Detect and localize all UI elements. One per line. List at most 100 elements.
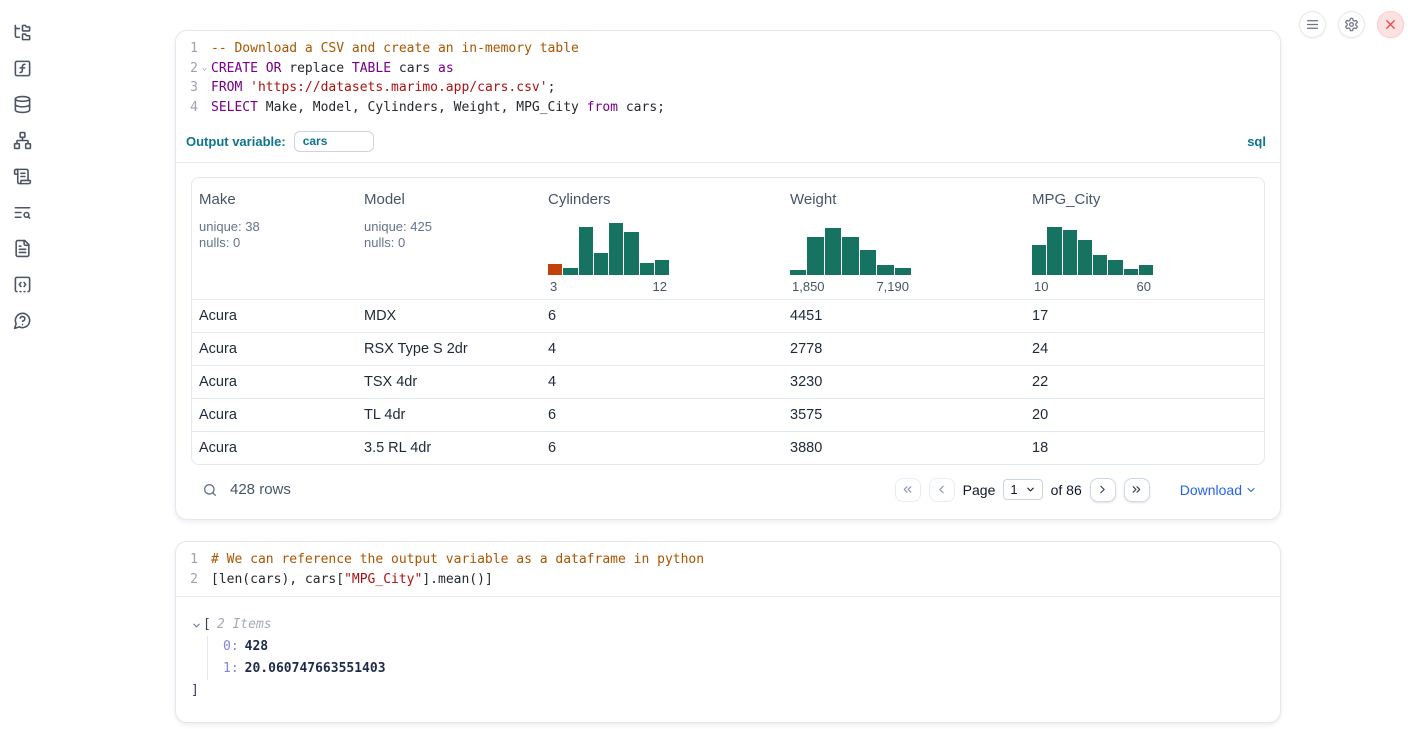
line-number: 1 <box>180 39 198 59</box>
cell-make: Acura <box>192 308 357 324</box>
column-header-make[interactable]: Make unique: 38 nulls: 0 <box>192 191 357 294</box>
fold-spacer <box>198 98 211 118</box>
search-icon <box>202 482 218 498</box>
cell-mpg-city: 24 <box>1025 341 1264 357</box>
table-row[interactable]: Acura 3.5 RL 4dr 6 3880 18 <box>192 431 1264 464</box>
entry-value: 428 <box>245 639 268 654</box>
chevrons-right-icon <box>1130 483 1143 496</box>
histogram-bar <box>790 270 806 275</box>
column-header-model[interactable]: Model unique: 425 nulls: 0 <box>357 191 541 294</box>
sql-code-editor[interactable]: 1 -- Download a CSV and create an in-memo… <box>176 31 1280 125</box>
page-select[interactable]: 1 <box>1003 479 1042 500</box>
histogram-bar <box>1078 240 1092 275</box>
cell-mpg-city: 20 <box>1025 407 1264 423</box>
hist-max-label: 7,190 <box>876 279 909 294</box>
histogram-bar <box>1032 245 1046 275</box>
language-badge[interactable]: sql <box>1247 134 1266 149</box>
close-button[interactable] <box>1377 11 1404 38</box>
histogram-bar <box>825 228 841 275</box>
histogram-bar <box>1063 230 1077 275</box>
sql-cell: 1 -- Download a CSV and create an in-memo… <box>175 30 1281 520</box>
histogram-bar <box>807 237 823 275</box>
line-number: 2 <box>180 570 198 590</box>
help-icon[interactable] <box>13 311 32 330</box>
items-count-label: 2 Items <box>217 614 272 636</box>
line-number: 2 <box>180 59 198 79</box>
fold-chevron-icon[interactable]: ⌄ <box>198 59 211 79</box>
settings-button[interactable] <box>1338 11 1365 38</box>
cell-mpg-city: 17 <box>1025 308 1264 324</box>
code-line[interactable]: 1# We can reference the output variable … <box>180 550 1268 570</box>
search-button[interactable] <box>199 479 221 501</box>
histogram-bar <box>1108 260 1122 275</box>
download-button[interactable]: Download <box>1180 482 1257 498</box>
chevron-down-icon <box>1025 484 1036 495</box>
previous-page-button[interactable] <box>929 478 955 502</box>
cell-mpg-city: 22 <box>1025 374 1264 390</box>
cell-model: RSX Type S 2dr <box>357 341 541 357</box>
cell-weight: 3880 <box>783 440 1025 456</box>
table-row[interactable]: Acura TSX 4dr 4 3230 22 <box>192 365 1264 398</box>
chevrons-left-icon <box>901 483 914 496</box>
code-text: -- Download a CSV and create an in-memor… <box>211 39 1268 59</box>
table-row[interactable]: Acura MDX 6 4451 17 <box>192 299 1264 332</box>
code-text: # We can reference the output variable a… <box>211 550 1268 570</box>
cell-model: MDX <box>357 308 541 324</box>
collapse-chevron-icon[interactable] <box>191 620 202 631</box>
cylinders-histogram <box>548 219 669 275</box>
histogram-bar <box>1124 269 1138 275</box>
page-label: Page <box>963 482 996 498</box>
table-row[interactable]: Acura RSX Type S 2dr 4 2778 24 <box>192 332 1264 365</box>
weight-histogram-labels: 1,850 7,190 <box>790 279 911 294</box>
python-code-editor[interactable]: 1# We can reference the output variable … <box>176 542 1280 597</box>
table-row[interactable]: Acura TL 4dr 6 3575 20 <box>192 398 1264 431</box>
open-bracket: [ <box>203 614 211 636</box>
function-icon[interactable] <box>13 59 32 78</box>
column-header-cylinders[interactable]: Cylinders 3 12 <box>541 191 783 294</box>
histogram-bar <box>1093 255 1107 275</box>
code-text: CREATE OR replace TABLE cars as <box>211 59 1268 79</box>
code-line[interactable]: 3FROM 'https://datasets.marimo.app/cars.… <box>180 78 1268 98</box>
file-tree-icon[interactable] <box>13 23 32 42</box>
fold-spacer <box>198 550 211 570</box>
hist-max-label: 12 <box>653 279 667 294</box>
cell-mpg-city: 18 <box>1025 440 1264 456</box>
histogram-bar <box>1139 265 1153 275</box>
scroll-icon[interactable] <box>13 167 32 186</box>
histogram-bar <box>624 232 638 275</box>
database-icon[interactable] <box>13 95 32 114</box>
mpg-city-histogram-labels: 10 60 <box>1032 279 1153 294</box>
first-page-button[interactable] <box>895 478 921 502</box>
pagination: Page 1 of 86 Download <box>895 478 1257 502</box>
code-line[interactable]: 2[len(cars), cars["MPG_City"].mean()] <box>180 570 1268 590</box>
cell-cylinders: 6 <box>541 407 783 423</box>
document-icon[interactable] <box>13 239 32 258</box>
mpg-city-histogram <box>1032 219 1153 275</box>
code-line[interactable]: 2⌄CREATE OR replace TABLE cars as <box>180 59 1268 79</box>
line-number: 4 <box>180 98 198 118</box>
weight-histogram <box>790 219 911 275</box>
menu-button[interactable] <box>1299 11 1326 38</box>
page-total-label: of 86 <box>1051 482 1082 498</box>
histogram-bar <box>895 268 911 275</box>
hist-max-label: 60 <box>1137 279 1151 294</box>
menu-icon <box>1305 17 1320 32</box>
column-stats: unique: 425 nulls: 0 <box>364 219 541 252</box>
next-page-button[interactable] <box>1090 478 1116 502</box>
notebook: 1 -- Download a CSV and create an in-memo… <box>175 30 1281 723</box>
cell-make: Acura <box>192 440 357 456</box>
code-line[interactable]: 4SELECT Make, Model, Cylinders, Weight, … <box>180 98 1268 118</box>
page-select-value: 1 <box>1010 482 1017 497</box>
output-variable-input[interactable] <box>294 131 374 152</box>
snippets-icon[interactable] <box>13 275 32 294</box>
window-controls <box>1299 11 1404 38</box>
column-header-weight[interactable]: Weight 1,850 7,190 <box>783 191 1025 294</box>
data-table: Make unique: 38 nulls: 0 Model unique: 4… <box>191 177 1265 465</box>
search-text-icon[interactable] <box>13 203 32 222</box>
cell-model: TSX 4dr <box>357 374 541 390</box>
column-header-mpg-city[interactable]: MPG_City 10 60 <box>1025 191 1264 294</box>
last-page-button[interactable] <box>1124 478 1150 502</box>
network-icon[interactable] <box>13 131 32 150</box>
cell-make: Acura <box>192 341 357 357</box>
code-line[interactable]: 1 -- Download a CSV and create an in-memo… <box>180 39 1268 59</box>
